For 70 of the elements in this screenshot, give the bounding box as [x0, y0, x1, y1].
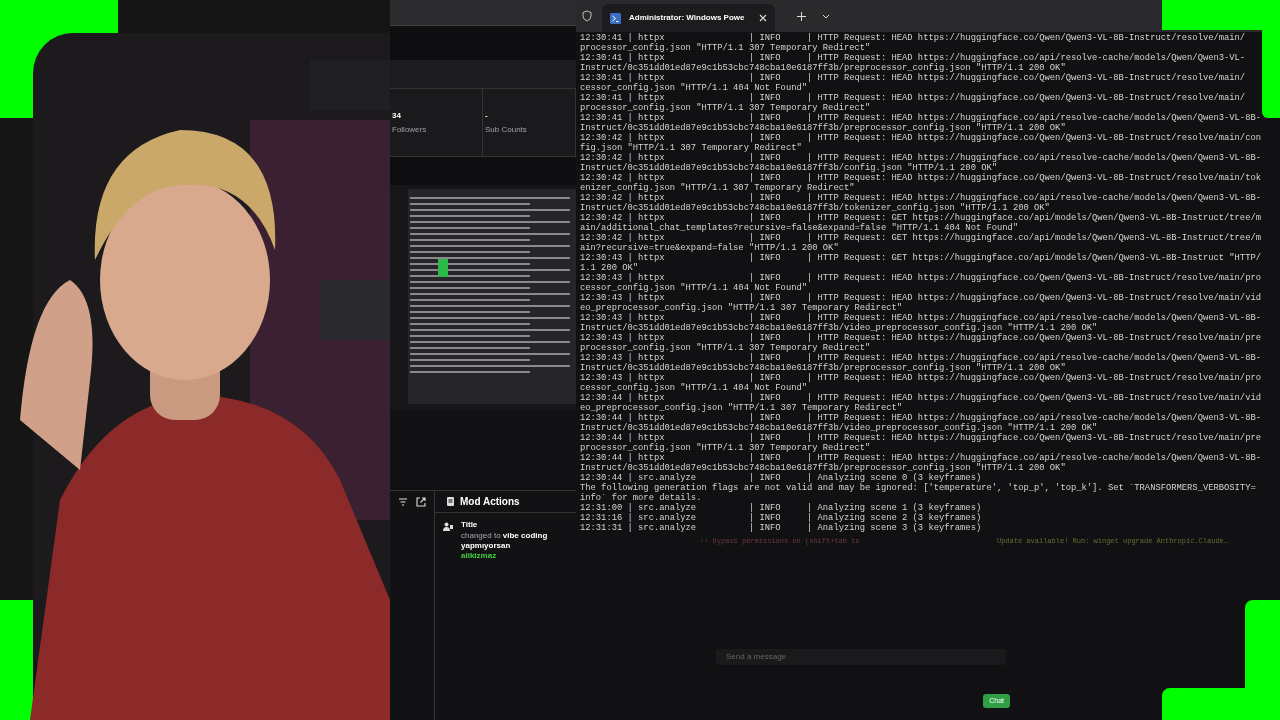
terminal-line: Instruct/0c351dd01ed87e9c1b53cbc748cba10e6187ff3b/preprocessor_config.json "HTTP/1.1 200 OK"	[580, 363, 1066, 373]
terminal-line: fig.json "HTTP/1.1 307 Temporary Redirect"	[580, 143, 802, 153]
terminal-line: Instruct/0c351dd01ed87e9c1b53cbc748cba10e6187ff3b/config.json "HTTP/1.1 200 OK"	[580, 163, 998, 173]
terminal-tab[interactable]: Administrator: Windows Powe	[602, 4, 775, 32]
action-title: Title	[461, 519, 479, 531]
stat-value: 34	[392, 111, 402, 120]
terminal-line: 12:30:43 | httpx | INFO | HTTP Request: HEAD https://huggingface.co/Qwen/Qwen3-VL-8B-Instruct/resolve/main/pro	[580, 273, 1261, 283]
tab-title: Administrator: Windows Powe	[629, 12, 745, 24]
terminal-line: Instruct/0c351dd01ed87e9c1b53cbc748cba10e6187ff3b/preprocessor_config.json "HTTP/1.1 200 OK"	[580, 463, 1066, 473]
terminal-line: 12:30:44 | httpx | INFO | HTTP Request: HEAD https://huggingface.co/api/resolve-cache/models/Qwen/Qwen3-VL-8B-	[580, 453, 1261, 463]
terminal-line: eo_preprocessor_config.json "HTTP/1.1 307 Temporary Redirect"	[580, 403, 903, 413]
action-detail: changed to vibe coding yapmıyorsan	[461, 531, 549, 551]
terminal-line: 12:30:41 | httpx | INFO | HTTP Request: HEAD https://huggingface.co/api/resolve-cache/models/Qwen/Qwen3-VL-	[580, 53, 1246, 63]
terminal-line: cessor_config.json "HTTP/1.1 404 Not Found"	[580, 383, 807, 393]
terminal-line: 12:31:16 | src.analyze | INFO | Analyzing scene 2 (3 keyframes)	[580, 513, 982, 523]
terminal-line: 12:30:42 | httpx | INFO | HTTP Request: GET https://huggingface.co/api/models/Qwen/Qwen3-VL-8B-Instruct/tree/m	[580, 233, 1261, 243]
terminal-line: ain?recursive=true&expand=false "HTTP/1.1 200 OK"	[580, 243, 839, 253]
terminal-line: 12:30:41 | httpx | INFO | HTTP Request: HEAD https://huggingface.co/Qwen/Qwen3-VL-8B-Instruct/resolve/main/	[580, 93, 1246, 103]
terminal-line: cessor_config.json "HTTP/1.1 404 Not Found"	[580, 283, 807, 293]
terminal-line: 12:30:44 | httpx | INFO | HTTP Request: HEAD https://huggingface.co/Qwen/Qwen3-VL-8B-Instruct/resolve/main/vid	[580, 393, 1261, 403]
terminal-line: ain/additional_chat_templates?recursive=false&expand=false "HTTP/1.1 404 Not Found"	[580, 223, 1019, 233]
terminal-line: processor_config.json "HTTP/1.1 307 Temporary Redirect"	[580, 43, 871, 53]
terminal-line: 12:30:44 | httpx | INFO | HTTP Request: HEAD https://huggingface.co/api/resolve-cache/models/Qwen/Qwen3-VL-8B-	[580, 413, 1261, 423]
terminal-line: 12:30:42 | httpx | INFO | HTTP Request: HEAD https://huggingface.co/api/resolve-cache/models/Qwen/Qwen3-VL-8B-	[580, 153, 1261, 163]
terminal-line: enizer_config.json "HTTP/1.1 307 Temporary Redirect"	[580, 183, 855, 193]
terminal-line: Instruct/0c351dd01ed87e9c1b53cbc748cba10e6187ff3b/video_preprocessor_config.json "HTTP/1.1 200 OK"	[580, 323, 1098, 333]
terminal-line: 12:30:42 | httpx | INFO | HTTP Request: HEAD https://huggingface.co/Qwen/Qwen3-VL-8B-Instruct/resolve/main/con	[580, 133, 1261, 143]
terminal-line: 12:30:43 | httpx | INFO | HTTP Request: HEAD https://huggingface.co/Qwen/Qwen3-VL-8B-Instruct/resolve/main/pre	[580, 333, 1261, 343]
stat-value: -	[485, 111, 489, 120]
terminal-line: processor_config.json "HTTP/1.1 307 Temporary Redirect"	[580, 103, 871, 113]
terminal-line: 12:30:43 | httpx | INFO | HTTP Request: HEAD https://huggingface.co/api/resolve-cache/models/Qwen/Qwen3-VL-8B-	[580, 353, 1261, 363]
terminal-line: 12:30:43 | httpx | INFO | HTTP Request: GET https://huggingface.co/api/models/Qwen/Qwen3-VL-8B-Instruct "HTTP/	[580, 253, 1261, 263]
terminal-line: 12:31:31 | src.analyze | INFO | Analyzing scene 3 (3 keyframes)	[580, 523, 982, 533]
terminal-line: 12:31:00 | src.analyze | INFO | Analyzing scene 1 (3 keyframes)	[580, 503, 982, 513]
terminal-line: 12:30:44 | httpx | INFO | HTTP Request: HEAD https://huggingface.co/Qwen/Qwen3-VL-8B-Instruct/resolve/main/pre	[580, 433, 1261, 443]
terminal-line: 12:30:42 | httpx | INFO | HTTP Request: HEAD https://huggingface.co/api/resolve-cache/models/Qwen/Qwen3-VL-8B-	[580, 193, 1261, 203]
terminal-line: cessor_config.json "HTTP/1.1 404 Not Found"	[580, 83, 807, 93]
terminal-line: 1.1 200 OK"	[580, 263, 639, 273]
stat-label: Sub Counts	[485, 125, 528, 134]
popout-icon[interactable]	[416, 497, 426, 507]
chevron-down-icon[interactable]	[821, 13, 830, 19]
terminal-line: processor_config.json "HTTP/1.1 307 Temporary Redirect"	[580, 443, 871, 453]
terminal-line: 12:30:41 | httpx | INFO | HTTP Request: HEAD https://huggingface.co/Qwen/Qwen3-VL-8B-Instruct/resolve/main/	[580, 33, 1246, 43]
filter-icon[interactable]	[398, 497, 408, 507]
document-icon	[447, 497, 454, 506]
terminal-line: Instruct/0c351dd01ed87e9c1b53cbc748cba10e6187ff3b/video_preprocessor_config.json "HTTP/1.1 200 OK"	[580, 423, 1098, 433]
terminal-line: processor_config.json "HTTP/1.1 307 Temporary Redirect"	[580, 343, 871, 353]
terminal-line: 12:30:43 | httpx | INFO | HTTP Request: HEAD https://huggingface.co/api/resolve-cache/models/Qwen/Qwen3-VL-8B-	[580, 313, 1261, 323]
terminal-line: Instruct/0c351dd01ed87e9c1b53cbc748cba10e6187ff3b/preprocessor_config.json "HTTP/1.1 200 OK"	[580, 63, 1066, 73]
terminal-line: Instruct/0c351dd01ed87e9c1b53cbc748cba10e6187ff3b/preprocessor_config.json "HTTP/1.1 200 OK"	[580, 123, 1066, 133]
powershell-icon	[610, 12, 621, 24]
terminal-line: eo_preprocessor_config.json "HTTP/1.1 307 Temporary Redirect"	[580, 303, 903, 313]
terminal-line: 12:30:41 | httpx | INFO | HTTP Request: HEAD https://huggingface.co/api/resolve-cache/models/Qwen/Qwen3-VL-8B-	[580, 113, 1261, 123]
terminal-line: Instruct/0c351dd01ed87e9c1b53cbc748cba10e6187ff3b/tokenizer_config.json "HTTP/1.1 200 OK"	[580, 203, 1050, 213]
plus-icon[interactable]	[796, 11, 806, 21]
panel-title: Mod Actions	[460, 495, 520, 509]
terminal-line: 12:30:43 | httpx | INFO | HTTP Request: HEAD https://huggingface.co/Qwen/Qwen3-VL-8B-Instruct/resolve/main/vid	[580, 293, 1261, 303]
user-icon	[443, 522, 453, 531]
terminal-line: info` for more details.	[580, 493, 702, 503]
terminal-line: The following generation flags are not valid and may be ignored: ['temperature', 'top_p', 'top_k']. Set `TRANSFORMERS_VERBOSITY=	[580, 483, 1256, 493]
stat-label: Followers	[392, 125, 428, 134]
terminal-line: 12:30:41 | httpx | INFO | HTTP Request: HEAD https://huggingface.co/Qwen/Qwen3-VL-8B-Instruct/resolve/main/	[580, 73, 1246, 83]
shield-icon	[582, 10, 592, 22]
terminal-line: 12:30:42 | httpx | INFO | HTTP Request: HEAD https://huggingface.co/Qwen/Qwen3-VL-8B-Instruct/resolve/main/tok	[580, 173, 1261, 183]
message-input[interactable]: Send a message	[716, 648, 1006, 665]
close-icon[interactable]	[758, 14, 767, 22]
terminal-line: 12:30:43 | httpx | INFO | HTTP Request: HEAD https://huggingface.co/Qwen/Qwen3-VL-8B-Instruct/resolve/main/pro	[580, 373, 1261, 383]
terminal-line: 12:30:44 | src.analyze | INFO | Analyzing scene 0 (3 keyframes)	[580, 473, 982, 483]
terminal-line: 12:30:42 | httpx | INFO | HTTP Request: GET https://huggingface.co/api/models/Qwen/Qwen3-VL-8B-Instruct/tree/m	[580, 213, 1261, 223]
action-user: alikizmaz	[461, 551, 498, 561]
